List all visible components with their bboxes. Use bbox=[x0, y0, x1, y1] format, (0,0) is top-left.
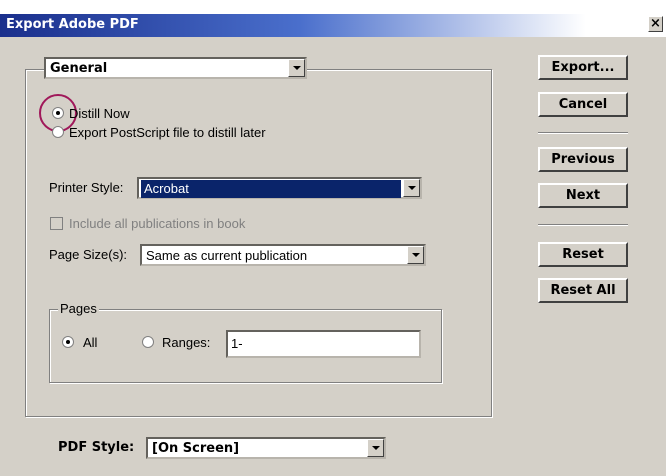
reset-all-button[interactable]: Reset All bbox=[538, 278, 628, 303]
chevron-down-icon[interactable] bbox=[367, 439, 384, 457]
cancel-button[interactable]: Cancel bbox=[538, 92, 628, 117]
distill-now-label: Distill Now bbox=[69, 106, 130, 121]
page-size-label: Page Size(s): bbox=[49, 247, 128, 262]
separator bbox=[538, 224, 628, 226]
include-all-label: Include all publications in book bbox=[69, 216, 246, 231]
pages-ranges-value: 1- bbox=[231, 336, 243, 351]
chevron-down-icon[interactable] bbox=[407, 246, 424, 264]
window-title: Export Adobe PDF bbox=[6, 17, 139, 32]
distill-later-radio[interactable] bbox=[52, 126, 64, 138]
pdf-style-value: [On Screen] bbox=[152, 441, 240, 456]
next-button[interactable]: Next bbox=[538, 183, 628, 208]
pages-ranges-label: Ranges: bbox=[162, 335, 211, 350]
separator bbox=[538, 132, 628, 134]
pages-ranges-input[interactable]: 1- bbox=[226, 330, 421, 358]
pages-group-label: Pages bbox=[58, 301, 99, 316]
category-select[interactable]: General bbox=[44, 57, 307, 79]
page-size-value: Same as current publication bbox=[146, 248, 308, 263]
export-dialog: General Distill Now Export PostScript fi… bbox=[0, 37, 666, 476]
pages-all-radio[interactable] bbox=[62, 336, 74, 348]
distill-later-label: Export PostScript file to distill later bbox=[69, 125, 266, 140]
chevron-down-icon[interactable] bbox=[288, 59, 305, 77]
previous-button[interactable]: Previous bbox=[538, 147, 628, 172]
page-size-select[interactable]: Same as current publication bbox=[140, 244, 426, 266]
title-bar: Export Adobe PDF bbox=[0, 14, 666, 37]
export-button[interactable]: Export... bbox=[538, 55, 628, 80]
printer-style-value: Acrobat bbox=[141, 180, 401, 198]
printer-style-label: Printer Style: bbox=[49, 180, 124, 195]
pdf-style-select[interactable]: [On Screen] bbox=[146, 437, 386, 459]
include-all-checkbox[interactable] bbox=[50, 217, 63, 230]
pages-all-label: All bbox=[83, 335, 98, 350]
printer-style-select[interactable]: Acrobat bbox=[137, 177, 422, 199]
close-button[interactable]: × bbox=[648, 16, 663, 32]
pages-ranges-radio[interactable] bbox=[142, 336, 154, 348]
category-select-value: General bbox=[50, 61, 108, 76]
distill-now-radio[interactable] bbox=[52, 107, 64, 119]
reset-button[interactable]: Reset bbox=[538, 242, 628, 267]
pdf-style-label: PDF Style: bbox=[58, 440, 135, 455]
chevron-down-icon[interactable] bbox=[403, 179, 420, 197]
